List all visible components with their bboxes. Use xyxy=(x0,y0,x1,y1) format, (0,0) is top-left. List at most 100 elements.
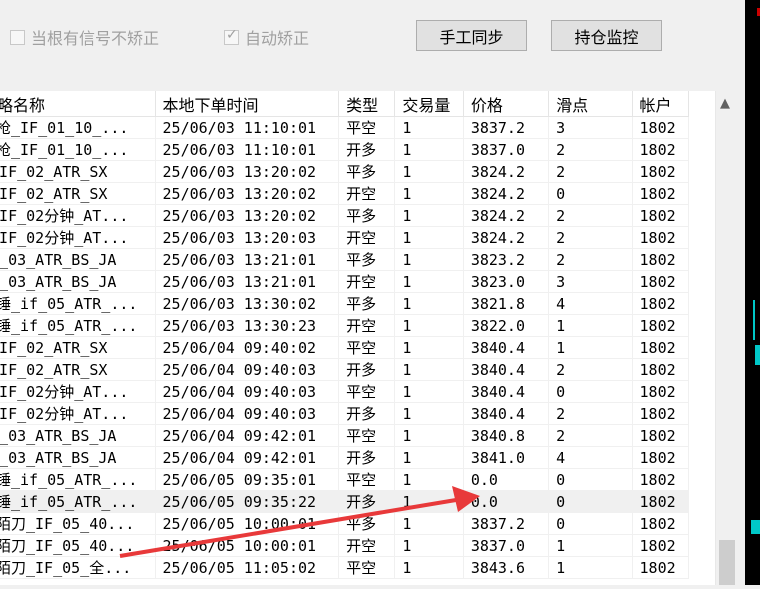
table-row[interactable]: M_IF_02分钟_AT...25/06/04 09:40:03开多13840.… xyxy=(0,402,690,425)
price-cell: 3824.2 xyxy=(463,226,550,249)
table-row[interactable]: 飞陌刀_IF_05_全...25/06/05 11:05:02平空13843.6… xyxy=(0,556,690,579)
table-row[interactable]: 飞陌刀_IF_05_40...25/06/05 10:00:01平多13837.… xyxy=(0,512,690,535)
price-cell: 3841.0 xyxy=(463,446,550,469)
table-row[interactable]: M_IF_02_ATR_SX25/06/04 09:40:03开多13840.4… xyxy=(0,358,690,381)
scroll-up-icon[interactable]: ▲ xyxy=(720,96,730,111)
chart-edge-marks xyxy=(751,8,760,534)
table-row[interactable]: M_IF_02_ATR_SX25/06/03 13:20:02平多13824.2… xyxy=(0,160,690,183)
col-account-header[interactable]: 帐户 xyxy=(632,91,690,117)
table-row[interactable]: IF_03_ATR_BS_JA25/06/03 13:21:01开空13823.… xyxy=(0,270,690,293)
volume-cell: 1 xyxy=(394,380,464,403)
col-strategy-name-header[interactable]: 策略名称 xyxy=(0,91,156,117)
account-cell: 1802 xyxy=(632,314,690,337)
type-cell: 平空 xyxy=(338,556,396,579)
volume-cell: 1 xyxy=(394,182,464,205)
table-row[interactable]: M_IF_02分钟_AT...25/06/03 13:20:03开空13824.… xyxy=(0,226,690,249)
table-row[interactable]: 飞枪_IF_01_10_...25/06/03 11:10:01平空13837.… xyxy=(0,116,690,139)
price-cell: 3837.2 xyxy=(463,116,550,139)
volume-cell: 1 xyxy=(394,160,464,183)
manual-sync-button[interactable]: 手工同步 xyxy=(416,20,527,51)
no-correct-checkbox[interactable]: 当根有信号不矫正 xyxy=(10,25,159,49)
order-sync-window: 当根有信号不矫正 自动矫正 手工同步 持仓监控 策略名称本地下单时间类型交易量价… xyxy=(0,0,745,585)
strategy-name-cell: 飞陌刀_IF_05_40... xyxy=(0,534,156,557)
volume-cell: 1 xyxy=(394,138,464,161)
slippage-cell: 1 xyxy=(548,556,633,579)
account-cell: 1802 xyxy=(632,160,690,183)
account-cell: 1802 xyxy=(632,358,690,381)
price-cell: 3840.4 xyxy=(463,402,550,425)
volume-cell: 1 xyxy=(394,336,464,359)
slippage-cell: 0 xyxy=(548,490,633,513)
price-cell: 3824.2 xyxy=(463,204,550,227)
order-time-cell: 25/06/05 10:00:01 xyxy=(155,534,340,557)
order-time-cell: 25/06/03 11:10:01 xyxy=(155,116,340,139)
auto-correct-checkbox[interactable]: 自动矫正 xyxy=(224,25,309,49)
checkbox-box[interactable] xyxy=(10,29,25,45)
col-type-header[interactable]: 类型 xyxy=(338,91,396,117)
volume-cell: 1 xyxy=(394,468,464,491)
table-row[interactable]: 飞陌刀_IF_05_40...25/06/05 10:00:01开空13837.… xyxy=(0,534,690,557)
slippage-cell: 2 xyxy=(548,204,633,227)
account-cell: 1802 xyxy=(632,468,690,491)
table-row[interactable]: M_IF_02分钟_AT...25/06/04 09:40:03平空13840.… xyxy=(0,380,690,403)
type-cell: 开多 xyxy=(338,358,396,381)
table-row[interactable]: IF_03_ATR_BS_JA25/06/04 09:42:01开多13841.… xyxy=(0,446,690,469)
strategy-name-cell: 飞锤_if_05_ATR_... xyxy=(0,490,156,513)
strategy-name-cell: IF_03_ATR_BS_JA xyxy=(0,248,156,271)
volume-cell: 1 xyxy=(394,116,464,139)
checkbox-box-checked[interactable] xyxy=(224,27,239,45)
account-cell: 1802 xyxy=(632,424,690,447)
table-row[interactable]: 飞锤_if_05_ATR_...25/06/05 09:35:01平空10.00… xyxy=(0,468,690,491)
order-time-cell: 25/06/05 09:35:22 xyxy=(155,490,340,513)
volume-cell: 1 xyxy=(394,270,464,293)
col-price-header[interactable]: 价格 xyxy=(463,91,550,117)
scroll-thumb[interactable] xyxy=(719,540,735,585)
type-cell: 开空 xyxy=(338,534,396,557)
type-cell: 开空 xyxy=(338,270,396,293)
price-cell: 3824.2 xyxy=(463,182,550,205)
position-monitor-button[interactable]: 持仓监控 xyxy=(551,20,662,51)
order-table: 策略名称本地下单时间类型交易量价格滑点帐户 飞枪_IF_01_10_...25/… xyxy=(0,91,715,585)
account-cell: 1802 xyxy=(632,556,690,579)
table-row[interactable]: M_IF_02_ATR_SX25/06/04 09:40:02平空13840.4… xyxy=(0,336,690,359)
table-row[interactable]: 飞枪_IF_01_10_...25/06/03 11:10:01开多13837.… xyxy=(0,138,690,161)
table-row[interactable]: 飞锤_if_05_ATR_...25/06/03 13:30:23开空13822… xyxy=(0,314,690,337)
col-slippage-header[interactable]: 滑点 xyxy=(548,91,633,117)
order-time-cell: 25/06/03 13:30:23 xyxy=(155,314,340,337)
account-cell: 1802 xyxy=(632,226,690,249)
order-time-cell: 25/06/05 11:05:02 xyxy=(155,556,340,579)
order-time-cell: 25/06/04 09:40:03 xyxy=(155,402,340,425)
table-row[interactable]: IF_03_ATR_BS_JA25/06/03 13:21:01平多13823.… xyxy=(0,248,690,271)
strategy-name-cell: 飞枪_IF_01_10_... xyxy=(0,116,156,139)
strategy-name-cell: IF_03_ATR_BS_JA xyxy=(0,424,156,447)
type-cell: 开空 xyxy=(338,182,396,205)
table-row[interactable]: 飞锤_if_05_ATR_...25/06/05 09:35:22开多10.00… xyxy=(0,490,690,513)
slippage-cell: 2 xyxy=(548,160,633,183)
col-order-time-header[interactable]: 本地下单时间 xyxy=(155,91,340,117)
price-cell: 3823.2 xyxy=(463,248,550,271)
table-row[interactable]: IF_03_ATR_BS_JA25/06/04 09:42:01平空13840.… xyxy=(0,424,690,447)
volume-cell: 1 xyxy=(394,556,464,579)
price-cell: 3840.8 xyxy=(463,424,550,447)
type-cell: 开多 xyxy=(338,138,396,161)
strategy-name-cell: 飞锤_if_05_ATR_... xyxy=(0,292,156,315)
table-row[interactable]: 飞锤_if_05_ATR_...25/06/03 13:30:02平多13821… xyxy=(0,292,690,315)
price-cell: 3822.0 xyxy=(463,314,550,337)
col-volume-header[interactable]: 交易量 xyxy=(394,91,464,117)
order-time-cell: 25/06/04 09:42:01 xyxy=(155,424,340,447)
strategy-name-cell: M_IF_02分钟_AT... xyxy=(0,402,156,425)
slippage-cell: 3 xyxy=(548,116,633,139)
strategy-name-cell: M_IF_02分钟_AT... xyxy=(0,380,156,403)
slippage-cell: 4 xyxy=(548,446,633,469)
order-time-cell: 25/06/05 10:00:01 xyxy=(155,512,340,535)
price-cell: 3840.4 xyxy=(463,336,550,359)
table-row[interactable]: M_IF_02_ATR_SX25/06/03 13:20:02开空13824.2… xyxy=(0,182,690,205)
price-cell: 3837.0 xyxy=(463,138,550,161)
account-cell: 1802 xyxy=(632,336,690,359)
order-time-cell: 25/06/04 09:40:03 xyxy=(155,380,340,403)
slippage-cell: 1 xyxy=(548,314,633,337)
vertical-scrollbar[interactable]: ▲ xyxy=(715,91,739,585)
volume-cell: 1 xyxy=(394,292,464,315)
table-row[interactable]: M_IF_02分钟_AT...25/06/03 13:20:02平多13824.… xyxy=(0,204,690,227)
account-cell: 1802 xyxy=(632,512,690,535)
